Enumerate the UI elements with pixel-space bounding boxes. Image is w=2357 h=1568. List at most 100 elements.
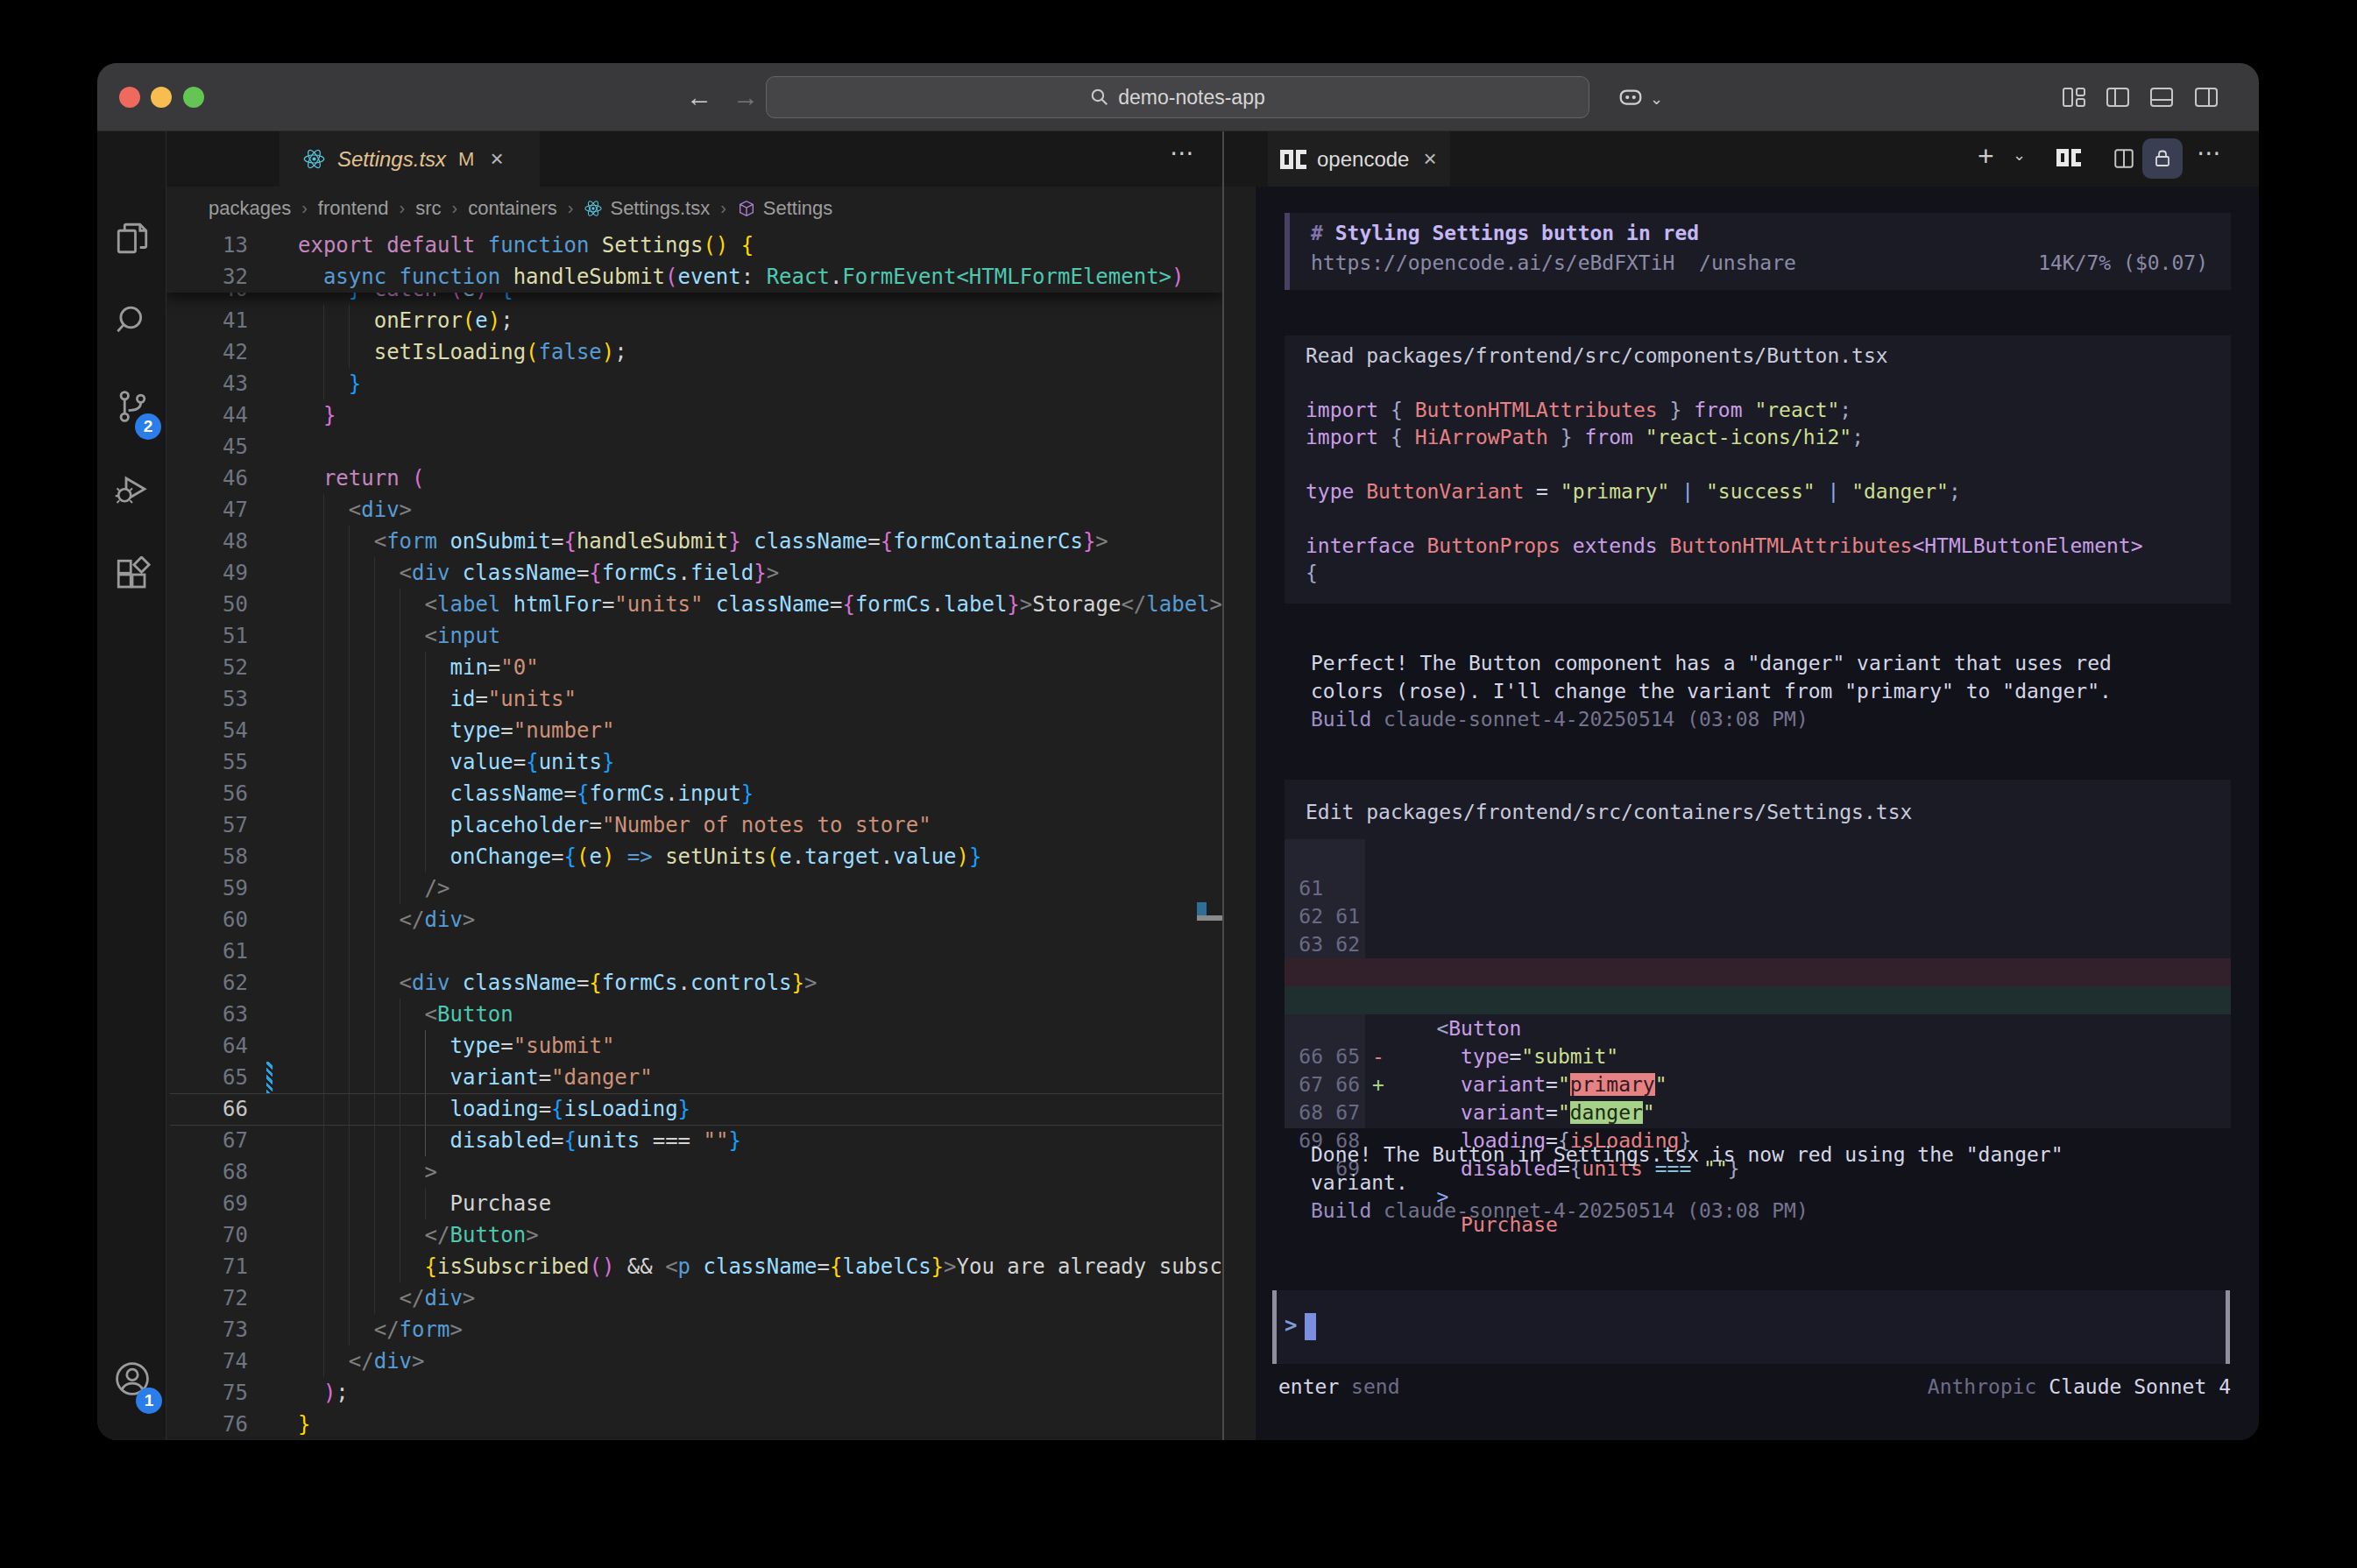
sidebar-item-account[interactable]: 1 [97,1344,166,1414]
search-icon [1090,88,1109,107]
split-editor-icon[interactable] [2113,147,2135,173]
sticky-scroll: 13export default function Settings() {32… [166,230,1222,293]
session-share-url[interactable]: https://opencode.ai/s/eBdFXTiH /unshare [1311,251,1796,274]
title-bar: ← → demo-notes-app ⌄ [97,63,2259,131]
code-line-58: 58onChange={(e) => setUnits(e.target.val… [166,841,1222,872]
tab-close-icon[interactable]: × [1423,145,1436,173]
session-title: Styling Settings button in red [1323,222,1699,244]
code-line-57: 57placeholder="Number of notes to store" [166,809,1222,841]
sidebar-item-run-debug[interactable] [97,456,166,526]
edit-tool-card: Edit packages/frontend/src/containers/Se… [1285,780,2231,1128]
code-line-67: 67disabled={units === ""} [166,1125,1222,1156]
forward-arrow-icon[interactable]: → [733,82,759,112]
code-line-75: 75); [166,1377,1222,1409]
diff-row: 68 68 > [1285,1070,2231,1098]
symbol-module-icon [737,199,756,218]
copilot-icon[interactable] [1617,86,1644,112]
code-line-46: 46return ( [166,463,1222,494]
code-line-64: 64type="submit" [166,1030,1222,1062]
sidebar-item-search[interactable] [97,286,166,356]
tab-settings-tsx[interactable]: Settings.tsx M × [280,131,540,187]
back-arrow-icon[interactable]: ← [686,82,712,112]
command-center-search[interactable]: demo-notes-app [766,76,1589,118]
toggle-primary-sidebar-icon[interactable] [2106,86,2130,112]
code-line-72: 72</div> [166,1282,1222,1314]
assistant-message-line: colors (rose). I'll change the variant f… [1311,677,2112,705]
minimize-traffic-light[interactable] [151,87,172,108]
diff-row: 65 + variant="danger" [1285,986,2231,1014]
diff-row: 65 - variant="primary" [1285,958,2231,986]
diff-row: 61 61 [1285,846,2231,874]
lock-icon [2152,148,2173,169]
diff-row: 62 62 <div className={formCs.controls}> [1285,874,2231,902]
read-code-line: import { ButtonHTMLAttributes } from "re… [1306,397,1851,424]
tab-opencode[interactable]: opencode × [1268,131,1450,187]
breadcrumb-item[interactable]: Settings [763,197,833,220]
diff-row: 67 67 disabled={units === ""} [1285,1042,2231,1070]
code-editor[interactable]: 40} catch (e) {41onError(e);42setIsLoadi… [166,230,1222,1440]
code-line-65: 65variant="danger" [166,1062,1222,1093]
model-indicator: Anthropic Claude Sonnet 4 [1285,1373,2231,1401]
code-line-41: 41onError(e); [166,305,1222,336]
code-line-49: 49<div className={formCs.field}> [166,557,1222,589]
current-line-highlight [170,1093,1222,1126]
opencode-terminal[interactable]: # Styling Settings button in red https:/… [1256,187,2259,1440]
toggle-panel-icon[interactable] [2149,86,2174,112]
activity-bar: 2 1 [97,131,166,1440]
tab-close-icon[interactable]: × [490,145,503,173]
code-line-52: 52min="0" [166,652,1222,683]
breadcrumb-item[interactable]: src [415,197,441,220]
chevron-down-icon[interactable]: ⌄ [2013,145,2026,165]
code-line-42: 42setIsLoading(false); [166,336,1222,368]
code-line-50: 50<label htmlFor="units" className={form… [166,589,1222,620]
code-line-44: 44} [166,399,1222,431]
sidebar-item-extensions[interactable] [97,540,166,610]
customize-layout-icon[interactable] [2062,86,2086,112]
code-line-54: 54type="number" [166,715,1222,746]
read-code-line: import { HiArrowPath } from "react-icons… [1306,424,1864,451]
code-line-71: 71{isSubscribed() && <p className={label… [166,1251,1222,1282]
code-line-70: 70</Button> [166,1219,1222,1251]
session-usage: 14K/7% ($0.07) [2038,251,2208,274]
breadcrumb[interactable]: packages› frontend› src› containers› Set… [166,187,1222,230]
breadcrumb-item[interactable]: packages [209,197,291,220]
breadcrumb-item[interactable]: containers [468,197,557,220]
close-traffic-light[interactable] [119,87,140,108]
breadcrumb-item[interactable]: frontend [318,197,389,220]
tab-label: opencode [1317,147,1409,172]
code-line-43: 43} [166,368,1222,399]
read-tool-card: Read packages/frontend/src/components/Bu… [1285,335,2231,604]
maximize-traffic-light[interactable] [183,87,204,108]
new-chat-icon[interactable]: + [1978,140,1994,173]
header-hash: # [1311,222,1323,244]
code-line-47: 47<div> [166,494,1222,526]
code-line-60: 60</div> [166,904,1222,936]
tab-modified-indicator: M [458,148,474,171]
code-line-53: 53id="units" [166,683,1222,715]
lock-group-button[interactable] [2142,138,2183,179]
diff-row: 64 64 type="submit" [1285,930,2231,958]
toggle-secondary-sidebar-icon[interactable] [2194,86,2219,112]
edit-tool-title: Edit packages/frontend/src/containers/Se… [1306,801,1912,823]
prompt-input[interactable]: > [1272,1290,2230,1364]
sidebar-item-source-control[interactable]: 2 [97,371,166,441]
session-header-card: # Styling Settings button in red https:/… [1285,213,2231,290]
sidebar-item-explorer[interactable] [97,203,166,273]
sticky-line-13: 13export default function Settings() { [166,230,1222,261]
diff-row: 69 69 Purchase [1285,1098,2231,1127]
panel-actions-more-icon[interactable]: ⋯ [2197,138,2223,167]
input-border-left [1272,1290,1277,1364]
code-line-74: 74</div> [166,1346,1222,1377]
react-icon [302,147,326,171]
editor-tab-bar: Settings.tsx M × ⋯ [166,131,1222,187]
tab-label: Settings.tsx [337,147,446,172]
chevron-down-icon[interactable]: ⌄ [1650,89,1663,109]
code-line-69: 69Purchase [166,1188,1222,1219]
account-badge: 1 [136,1388,162,1414]
sidebar-item-settings[interactable] [97,1428,166,1440]
editor-actions-more-icon[interactable]: ⋯ [1170,138,1196,167]
vscode-window: ← → demo-notes-app ⌄ 2 [97,63,2259,1440]
breadcrumb-item[interactable]: Settings.tsx [610,197,710,220]
opencode-toolbar-icon[interactable] [2056,149,2081,166]
prompt-char: > [1285,1313,1297,1338]
